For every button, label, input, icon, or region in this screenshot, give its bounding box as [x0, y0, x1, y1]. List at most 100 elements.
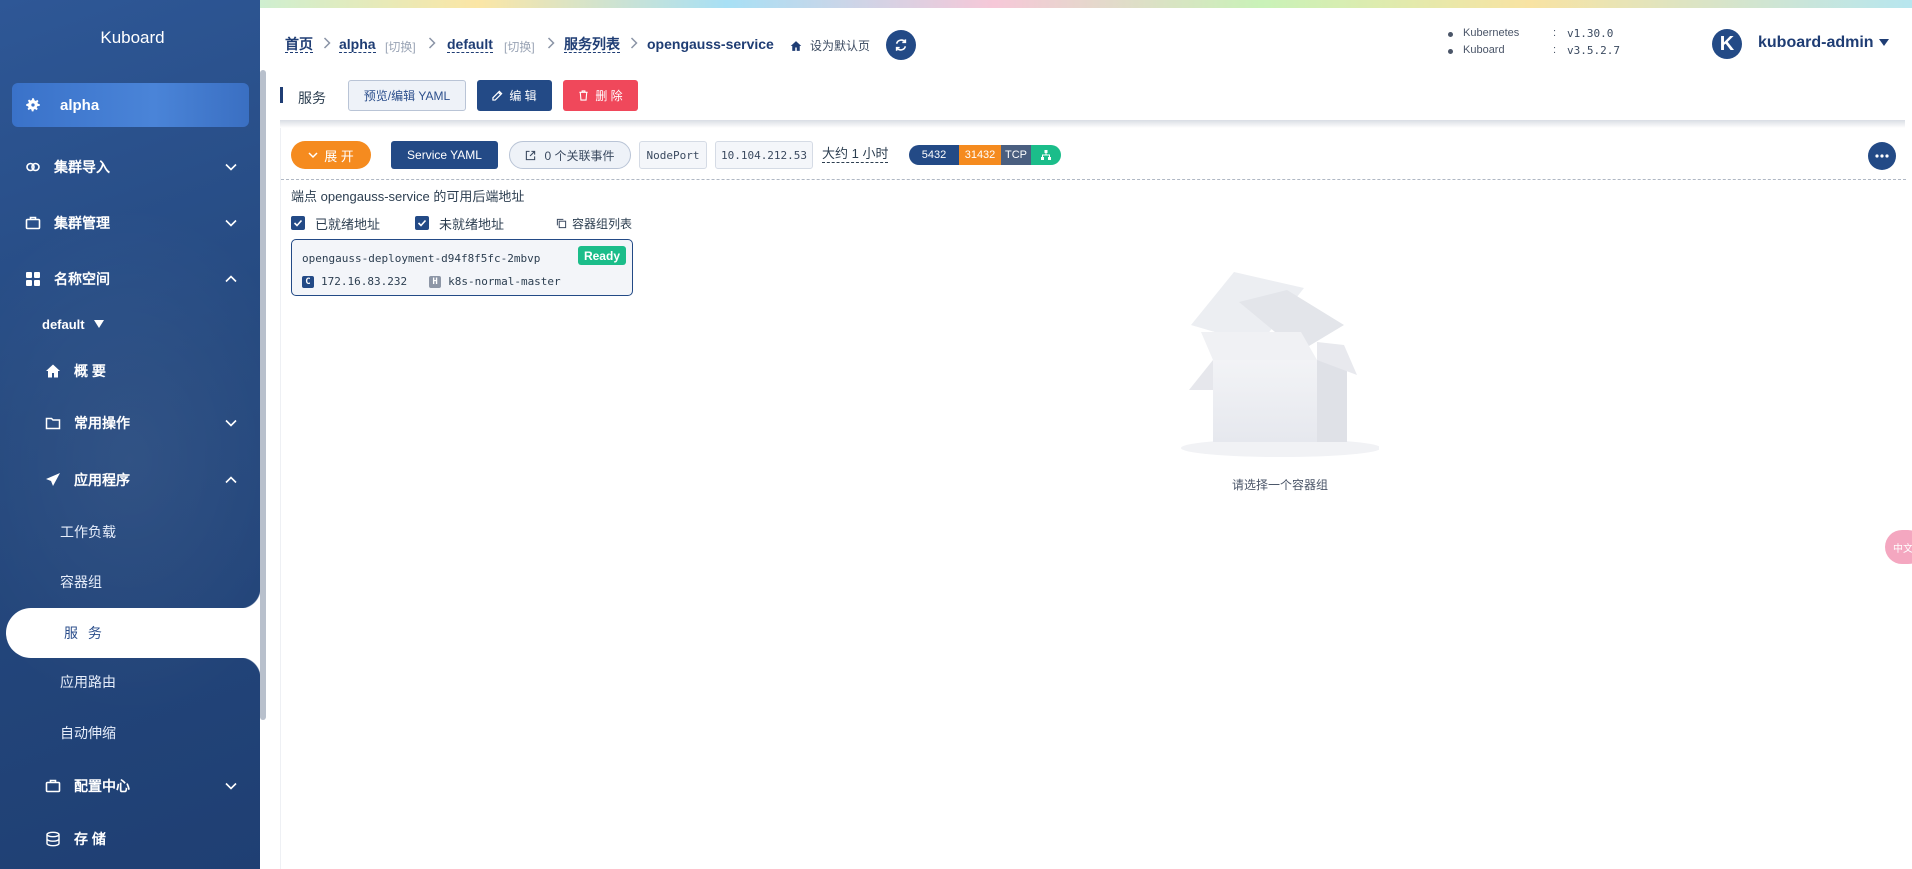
gear-icon: [26, 98, 40, 112]
set-default-label: 设为默认页: [810, 39, 871, 53]
service-age: 大约 1 小时: [822, 146, 889, 163]
current-namespace-item[interactable]: alpha: [12, 83, 249, 127]
checkbox-checked-icon: [291, 216, 305, 230]
more-actions-button[interactable]: [1868, 142, 1896, 170]
checkbox-checked-icon: [415, 216, 429, 230]
set-default-page-link[interactable]: 设为默认页: [790, 37, 870, 54]
pod-card[interactable]: opengauss-deployment-d94f8f5fc-2mbvp Rea…: [291, 239, 633, 296]
breadcrumb-cluster[interactable]: alpha: [339, 36, 376, 53]
sidebar-scrollbar[interactable]: [260, 70, 266, 720]
sidebar-item-pods[interactable]: 容器组: [0, 562, 260, 602]
related-events-button[interactable]: 0 个关联事件: [509, 141, 631, 169]
endpoints-title: 端点 opengauss-service 的可用后端地址: [291, 189, 525, 204]
service-summary-bar: 展 开 Service YAML 0 个关联事件 NodePort 10.104…: [281, 128, 1906, 180]
related-events-label: 0 个关联事件: [544, 148, 615, 163]
version-value-kubernetes: v1.30.0: [1567, 27, 1614, 40]
user-name[interactable]: kuboard-admin: [1758, 34, 1874, 52]
not-ready-address-checkbox[interactable]: 未就绪地址: [415, 214, 504, 232]
version-name-kubernetes: Kubernetes: [1463, 27, 1520, 39]
breadcrumb-namespace-switch[interactable]: [切换]: [504, 38, 535, 55]
breadcrumb-home[interactable]: 首页: [285, 36, 313, 53]
port-mapping-badge: 5432 31432 TCP: [909, 145, 1061, 165]
refresh-button[interactable]: [886, 30, 916, 60]
sidebar-item-cluster-import[interactable]: 集群导入: [0, 147, 260, 187]
chevron-right-icon: [630, 37, 640, 51]
pods-list-link[interactable]: 容器组列表: [556, 215, 632, 232]
sidebar: Kuboard alpha 集群导入 集群管理 名称空间 default 概 要…: [0, 0, 260, 869]
bullet-dot: [1448, 32, 1453, 37]
bullet-dot: [1448, 49, 1453, 54]
cluster-ip-tag: 10.104.212.53: [715, 141, 813, 169]
sidebar-item-services[interactable]: 服 务: [6, 588, 260, 678]
ellipsis-icon: [1875, 154, 1889, 158]
sidebar-item-common-ops[interactable]: 常用操作: [0, 403, 260, 443]
delete-button[interactable]: 删 除: [563, 80, 638, 111]
user-avatar[interactable]: K: [1712, 29, 1742, 59]
sidebar-item-config-center[interactable]: 配置中心: [0, 766, 260, 806]
sidebar-item-cluster-manage[interactable]: 集群管理: [0, 203, 260, 243]
delete-button-label: 删 除: [595, 89, 623, 103]
sidebar-item-label: 服 务: [64, 625, 105, 641]
sidebar-item-overview[interactable]: 概 要: [0, 351, 260, 391]
sidebar-item-applications[interactable]: 应用程序: [0, 460, 260, 500]
ready-address-label: 已就绪地址: [315, 216, 381, 232]
sidebar-item-autoscaling[interactable]: 自动伸缩: [0, 713, 260, 753]
breadcrumb-namespace[interactable]: default: [447, 36, 493, 53]
sidebar-item-workloads[interactable]: 工作负载: [0, 512, 260, 552]
sidebar-item-ingress[interactable]: 应用路由: [0, 662, 260, 702]
pod-ip-row: C 172.16.83.232 H k8s-normal-master: [302, 275, 561, 288]
grid-icon: [24, 270, 42, 288]
toolbar-title: 服务: [298, 90, 326, 106]
folder-icon: [44, 414, 62, 432]
home-icon: [790, 40, 802, 51]
namespace-select[interactable]: default: [0, 304, 260, 344]
version-separator: :: [1553, 27, 1557, 39]
service-yaml-button[interactable]: Service YAML: [391, 141, 498, 169]
chevron-up-icon: [225, 476, 237, 484]
title-marker: [280, 87, 283, 103]
refresh-icon: [895, 39, 907, 51]
protocol-value: TCP: [1001, 145, 1031, 165]
sidebar-item-label: 配置中心: [74, 778, 130, 794]
database-icon: [44, 830, 62, 848]
briefcase-icon: [44, 777, 62, 795]
service-type-tag: NodePort: [639, 141, 707, 169]
expand-button-label: 展 开: [324, 148, 354, 164]
breadcrumb-cluster-switch[interactable]: [切换]: [385, 38, 416, 55]
sidebar-item-storage[interactable]: 存 储: [0, 819, 260, 859]
external-link-icon: [526, 150, 536, 160]
preview-yaml-button[interactable]: 预览/编辑 YAML: [348, 80, 466, 111]
pod-host: k8s-normal-master: [448, 275, 561, 288]
current-namespace-label: alpha: [60, 96, 100, 114]
edit-button[interactable]: 编 辑: [477, 80, 552, 111]
port-value: 5432: [909, 145, 959, 165]
ready-address-checkbox[interactable]: 已就绪地址: [291, 214, 380, 232]
version-name-kuboard: Kuboard: [1463, 44, 1505, 56]
sidebar-item-label: 名称空间: [54, 271, 110, 287]
copy-icon: [556, 218, 567, 229]
edit-button-label: 编 辑: [509, 89, 537, 103]
pod-name: opengauss-deployment-d94f8f5fc-2mbvp: [302, 252, 541, 265]
toolbar-shadow: [280, 120, 1905, 128]
brand-title: Kuboard: [100, 28, 165, 47]
breadcrumb-service-list[interactable]: 服务列表: [564, 36, 620, 53]
header: 首页 alpha [切换] default [切换] 服务列表 opengaus…: [280, 8, 1912, 76]
service-detail-panel: 展 开 Service YAML 0 个关联事件 NodePort 10.104…: [280, 128, 1906, 869]
version-value-kuboard: v3.5.2.7: [1567, 44, 1620, 57]
expand-button[interactable]: 展 开: [291, 141, 371, 169]
sidebar-item-label: 容器组: [60, 574, 102, 590]
chevron-down-icon: [225, 163, 237, 171]
sidebar-item-namespace[interactable]: 名称空间: [0, 259, 260, 299]
sidebar-item-label: 集群管理: [54, 215, 110, 231]
language-float-tab[interactable]: 中文: [1885, 530, 1912, 564]
caret-down-icon[interactable]: [1879, 39, 1889, 47]
sidebar-item-label: 自动伸缩: [60, 725, 116, 741]
pod-ip: 172.16.83.232: [321, 275, 408, 288]
chevron-down-icon: [225, 782, 237, 790]
caret-down-icon: [93, 320, 104, 328]
chevron-right-icon: [428, 37, 438, 51]
top-decorative-strip: [0, 0, 1912, 8]
sidebar-item-label: 存 储: [74, 831, 106, 847]
sidebar-item-label: 工作负载: [60, 524, 116, 540]
sidebar-item-label: 应用路由: [60, 674, 116, 690]
